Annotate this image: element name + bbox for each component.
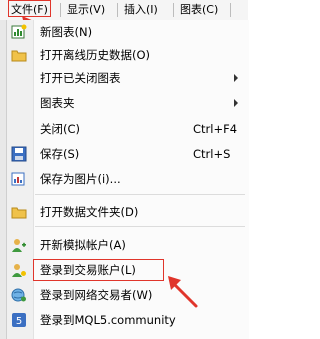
floppy-disk-icon [11,146,27,162]
menu-item-open-demo-account[interactable]: 开新模拟帐户(A) [7,234,249,256]
menu-item-shortcut: Ctrl+S [193,147,231,161]
menu-item-label: 打开已关闭图表 [40,71,121,85]
menu-item-login-mql5[interactable]: 5 登录到MQL5.community [7,309,249,331]
menu-insert[interactable]: 插入(I) [124,2,158,18]
menu-item-label: 打开离线历史数据(O) [40,48,151,62]
new-chart-icon [11,24,27,40]
menu-separator [60,3,61,17]
menu-charts[interactable]: 图表(C) [180,2,218,18]
menu-item-label: 登录到网络交易者(W) [40,288,153,302]
menu-item-open-closed-charts[interactable]: 打开已关闭图表 [7,67,249,89]
globe-user-icon [11,287,27,303]
save-picture-icon [11,171,27,187]
menu-item-chart-folder[interactable]: 图表夹 [7,92,249,114]
menu-item-label: 打开数据文件夹(D) [40,205,139,219]
annotation-highlight-box [33,259,164,281]
folder-icon [11,204,27,220]
menu-separator [230,3,231,17]
menu-item-close[interactable]: 关闭(C) Ctrl+F4 [7,118,249,140]
menu-divider [35,226,245,227]
menu-item-save[interactable]: 保存(S) Ctrl+S [7,143,249,165]
menu-item-label: 登录到MQL5.community [40,313,176,327]
menu-item-label: 关闭(C) [40,122,81,136]
submenu-arrow-icon [234,99,238,107]
menu-view[interactable]: 显示(V) [67,2,105,18]
menu-separator [117,3,118,17]
menu-item-save-as-picture[interactable]: 保存为图片(i)... [7,168,249,190]
folder-icon [11,47,27,63]
annotation-arrow-left [168,276,198,308]
svg-text:5: 5 [16,316,22,327]
menu-item-label: 保存为图片(i)... [40,172,121,186]
menu-item-login-web-trader[interactable]: 登录到网络交易者(W) [7,284,249,306]
user-login-icon [11,262,27,278]
file-dropdown-menu: 新图表(N) 打开离线历史数据(O) 打开已关闭图表 图表夹 关闭(C) Ctr… [6,20,249,339]
menu-item-label: 保存(S) [40,147,80,161]
menu-item-open-data-folder[interactable]: 打开数据文件夹(D) [7,201,249,223]
menu-separator [173,3,174,17]
menu-item-label: 图表夹 [40,96,75,110]
user-add-icon [11,237,27,253]
menu-item-label: 开新模拟帐户(A) [40,238,126,252]
mql5-icon: 5 [11,312,27,328]
menu-item-open-offline[interactable]: 打开离线历史数据(O) [7,44,249,66]
menu-item-shortcut: Ctrl+F4 [193,122,238,136]
submenu-arrow-icon [234,74,238,82]
menu-item-new-chart[interactable]: 新图表(N) [7,21,249,43]
menu-item-label: 新图表(N) [40,25,93,39]
menu-divider [35,194,245,195]
